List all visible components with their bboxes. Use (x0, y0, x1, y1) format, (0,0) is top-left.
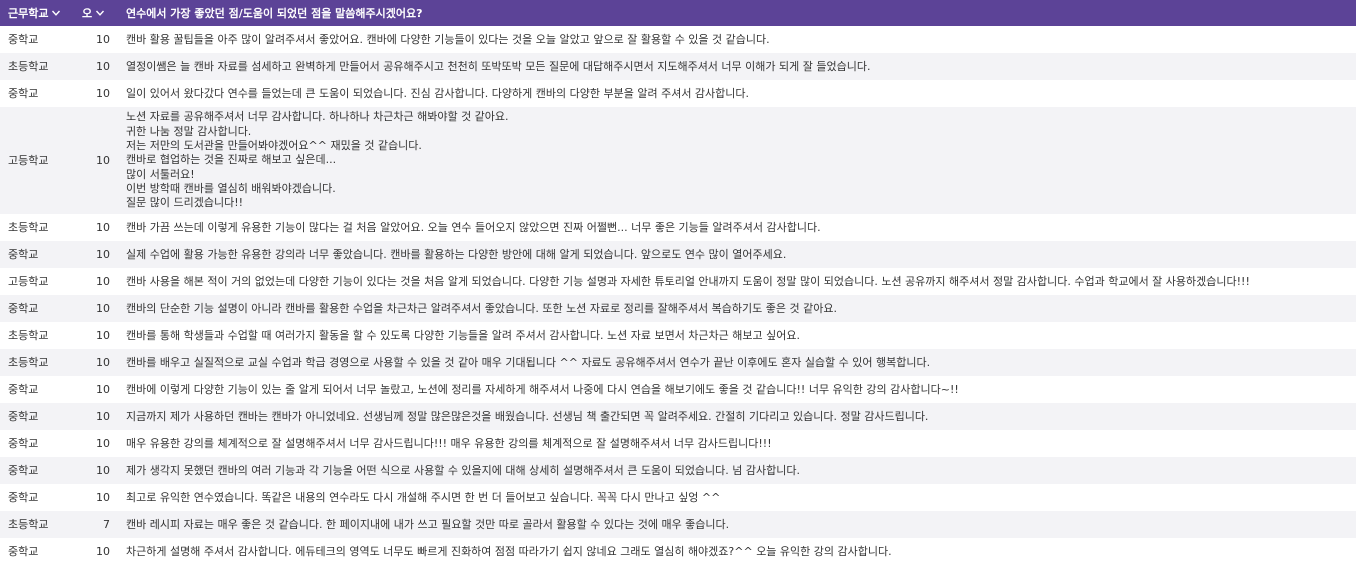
survey-response-table: 근무학교 오 연수에서 가장 좋았던 점/도움이 되었던 점을 말씀해주시겠어요… (0, 0, 1356, 562)
table-row[interactable]: 중학교 10 제가 생각지 못했던 캔바의 여러 기능과 각 기능을 어떤 식으로 … (0, 457, 1356, 484)
school-cell: 초등학교 (0, 322, 74, 349)
score-cell: 10 (74, 26, 118, 53)
chevron-down-icon[interactable] (51, 8, 61, 18)
table-header: 근무학교 오 연수에서 가장 좋았던 점/도움이 되었던 점을 말씀해주시겠어요… (0, 0, 1356, 26)
score-cell: 10 (74, 295, 118, 322)
comment-cell: 열정이쌤은 늘 캔바 자료를 섬세하고 완벽하게 만들어서 공유해주시고 천천히… (118, 53, 1356, 80)
school-cell: 중학교 (0, 538, 74, 562)
response-grid: 근무학교 오 연수에서 가장 좋았던 점/도움이 되었던 점을 말씀해주시겠어요… (0, 0, 1356, 562)
table-row[interactable]: 초등학교 10 캔바 가끔 쓰는데 이렇게 유용한 기능이 많다는 걸 처음 알았어… (0, 214, 1356, 241)
comment-cell: 노션 자료를 공유해주셔서 너무 감사합니다. 하나하나 차근차근 해봐야할 것… (118, 107, 1356, 214)
table-row[interactable]: 중학교 10 캔바의 단순한 기능 설명이 아니라 캔바를 활용한 수업을 차근차근… (0, 295, 1356, 322)
score-cell: 10 (74, 214, 118, 241)
score-cell: 10 (74, 53, 118, 80)
school-cell: 고등학교 (0, 107, 74, 214)
school-cell: 초등학교 (0, 511, 74, 538)
table-row[interactable]: 중학교 10 캔바 활용 꿀팁들을 아주 많이 알려주셔서 좋았어요. 캔바에 다양… (0, 26, 1356, 53)
score-cell: 10 (74, 80, 118, 107)
column-header-score-label: 오 (82, 7, 93, 20)
school-cell: 중학교 (0, 376, 74, 403)
score-cell: 10 (74, 107, 118, 214)
score-cell: 10 (74, 268, 118, 295)
comment-cell: 지금까지 제가 사용하던 캔바는 캔바가 아니었네요. 선생님께 정말 많은많은… (118, 403, 1356, 430)
column-header-comment-label: 연수에서 가장 좋았던 점/도움이 되었던 점을 말씀해주시겠어요? (126, 7, 423, 20)
comment-cell: 캔바 활용 꿀팁들을 아주 많이 알려주셔서 좋았어요. 캔바에 다양한 기능들… (118, 26, 1356, 53)
table-row[interactable]: 초등학교 10 열정이쌤은 늘 캔바 자료를 섬세하고 완벽하게 만들어서 공유해주… (0, 53, 1356, 80)
school-cell: 중학교 (0, 295, 74, 322)
score-cell: 10 (74, 430, 118, 457)
header-row: 근무학교 오 연수에서 가장 좋았던 점/도움이 되었던 점을 말씀해주시겠어요… (0, 0, 1356, 26)
comment-cell: 차근하게 설명해 주셔서 감사합니다. 에듀테크의 영역도 너무도 빠르게 진화… (118, 538, 1356, 562)
table-row[interactable]: 중학교 10 차근하게 설명해 주셔서 감사합니다. 에듀테크의 영역도 너무도 빠… (0, 538, 1356, 562)
table-row[interactable]: 중학교 10 캔바에 이렇게 다양한 기능이 있는 줄 알게 되어서 너무 놀랐고,… (0, 376, 1356, 403)
comment-cell: 일이 있어서 왔다갔다 연수를 들었는데 큰 도움이 되었습니다. 진심 감사합… (118, 80, 1356, 107)
chevron-down-icon[interactable] (95, 8, 105, 18)
school-cell: 중학교 (0, 484, 74, 511)
school-cell: 초등학교 (0, 214, 74, 241)
table-row[interactable]: 중학교 10 실제 수업에 활용 가능한 유용한 강의라 너무 좋았습니다. 캔바를… (0, 241, 1356, 268)
table-row[interactable]: 초등학교 7 캔바 레시피 자료는 매우 좋은 것 같습니다. 한 페이지내에 내가… (0, 511, 1356, 538)
score-cell: 10 (74, 457, 118, 484)
table-row[interactable]: 중학교 10 매우 유용한 강의를 체계적으로 잘 설명해주셔서 너무 감사드립니다… (0, 430, 1356, 457)
school-cell: 초등학교 (0, 349, 74, 376)
school-cell: 초등학교 (0, 53, 74, 80)
comment-cell: 캔바를 통해 학생들과 수업할 때 여러가지 활동을 할 수 있도록 다양한 기… (118, 322, 1356, 349)
comment-cell: 캔바 가끔 쓰는데 이렇게 유용한 기능이 많다는 걸 처음 알았어요. 오늘 … (118, 214, 1356, 241)
score-cell: 10 (74, 322, 118, 349)
comment-cell: 캔바를 배우고 실질적으로 교실 수업과 학급 경영으로 사용할 수 있을 것 … (118, 349, 1356, 376)
school-cell: 중학교 (0, 80, 74, 107)
comment-cell: 캔바 사용을 해본 적이 거의 없었는데 다양한 기능이 있다는 것을 처음 알… (118, 268, 1356, 295)
column-header-comment[interactable]: 연수에서 가장 좋았던 점/도움이 되었던 점을 말씀해주시겠어요? (118, 0, 1356, 26)
score-cell: 10 (74, 403, 118, 430)
comment-cell: 실제 수업에 활용 가능한 유용한 강의라 너무 좋았습니다. 캔바를 활용하는… (118, 241, 1356, 268)
school-cell: 중학교 (0, 430, 74, 457)
score-cell: 10 (74, 241, 118, 268)
school-cell: 중학교 (0, 403, 74, 430)
column-header-score[interactable]: 오 (74, 0, 118, 26)
school-cell: 고등학교 (0, 268, 74, 295)
table-row[interactable]: 중학교 10 일이 있어서 왔다갔다 연수를 들었는데 큰 도움이 되었습니다. 진… (0, 80, 1356, 107)
school-cell: 중학교 (0, 26, 74, 53)
score-cell: 10 (74, 376, 118, 403)
column-header-school[interactable]: 근무학교 (0, 0, 74, 26)
school-cell: 중학교 (0, 457, 74, 484)
table-row[interactable]: 고등학교 10 노션 자료를 공유해주셔서 너무 감사합니다. 하나하나 차근차근 … (0, 107, 1356, 214)
comment-cell: 매우 유용한 강의를 체계적으로 잘 설명해주셔서 너무 감사드립니다!!! 매… (118, 430, 1356, 457)
score-cell: 10 (74, 349, 118, 376)
comment-cell: 캔바에 이렇게 다양한 기능이 있는 줄 알게 되어서 너무 놀랐고, 노션에 … (118, 376, 1356, 403)
table-row[interactable]: 초등학교 10 캔바를 배우고 실질적으로 교실 수업과 학급 경영으로 사용할 수… (0, 349, 1356, 376)
school-cell: 중학교 (0, 241, 74, 268)
score-cell: 10 (74, 538, 118, 562)
score-cell: 10 (74, 484, 118, 511)
comment-cell: 캔바 레시피 자료는 매우 좋은 것 같습니다. 한 페이지내에 내가 쓰고 필… (118, 511, 1356, 538)
comment-cell: 최고로 유익한 연수였습니다. 똑같은 내용의 연수라도 다시 개설해 주시면 … (118, 484, 1356, 511)
table-body: 중학교 10 캔바 활용 꿀팁들을 아주 많이 알려주셔서 좋았어요. 캔바에 다양… (0, 26, 1356, 562)
column-header-school-label: 근무학교 (8, 7, 49, 20)
comment-cell: 제가 생각지 못했던 캔바의 여러 기능과 각 기능을 어떤 식으로 사용할 수… (118, 457, 1356, 484)
table-row[interactable]: 중학교 10 최고로 유익한 연수였습니다. 똑같은 내용의 연수라도 다시 개설해… (0, 484, 1356, 511)
table-row[interactable]: 중학교 10 지금까지 제가 사용하던 캔바는 캔바가 아니었네요. 선생님께 정말… (0, 403, 1356, 430)
score-cell: 7 (74, 511, 118, 538)
table-row[interactable]: 고등학교 10 캔바 사용을 해본 적이 거의 없었는데 다양한 기능이 있다는 것… (0, 268, 1356, 295)
table-row[interactable]: 초등학교 10 캔바를 통해 학생들과 수업할 때 여러가지 활동을 할 수 있도록… (0, 322, 1356, 349)
comment-cell: 캔바의 단순한 기능 설명이 아니라 캔바를 활용한 수업을 차근차근 알려주셔… (118, 295, 1356, 322)
